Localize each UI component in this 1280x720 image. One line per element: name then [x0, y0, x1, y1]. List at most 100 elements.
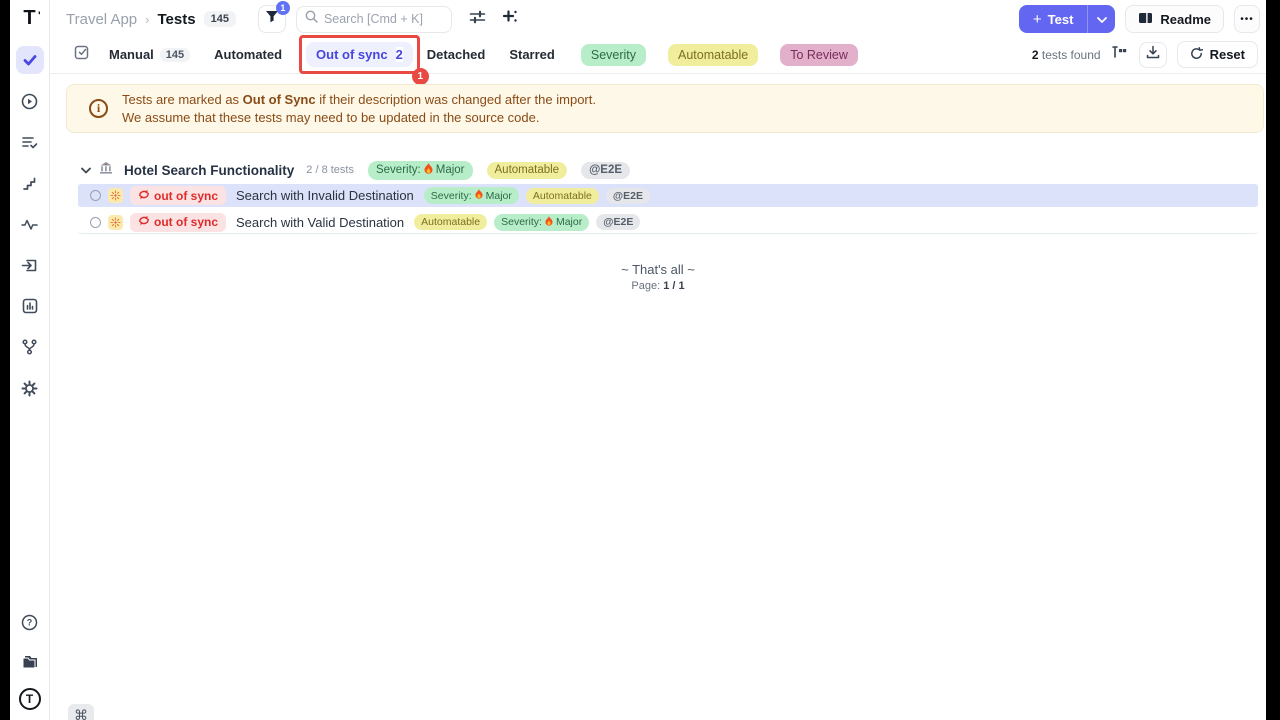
help-button[interactable]: ? [16, 608, 44, 636]
tab-manual-label: Manual [109, 47, 154, 62]
page-label: Page: [631, 280, 660, 292]
results-count-value: 2 [1032, 48, 1039, 62]
top-bar: Travel App › Tests 145 1 [50, 2, 1266, 36]
suite-severity-badge[interactable]: Severity: Major [368, 161, 473, 180]
filter-pill-severity[interactable]: Severity [581, 44, 646, 66]
tree-view-toggle-button[interactable] [1111, 47, 1129, 63]
test-status-circle-icon[interactable] [90, 190, 101, 201]
more-options-button[interactable]: ••• [1234, 5, 1260, 33]
search-box[interactable] [296, 6, 452, 33]
readme-button-label: Readme [1160, 12, 1211, 27]
new-test-button[interactable]: + Test [1019, 5, 1088, 33]
tab-out-of-sync-label: Out of sync [316, 47, 388, 62]
test-row[interactable]: out of sync Search with Valid Destinatio… [78, 211, 1258, 234]
banner-line1-post: if their description was changed after t… [316, 92, 596, 107]
test-title[interactable]: Search with Valid Destination [236, 215, 404, 230]
test-tag-badge[interactable]: @E2E [596, 214, 640, 230]
bulk-select-button[interactable] [73, 46, 91, 64]
sync-arrows-icon [138, 189, 150, 203]
view-settings-button[interactable] [466, 7, 490, 31]
suite-title[interactable]: Hotel Search Functionality [124, 163, 294, 178]
sidebar-item-steps[interactable] [16, 169, 44, 197]
end-of-list-text: ~ That's all ~ [50, 262, 1266, 277]
new-test-split-button: + Test [1019, 5, 1116, 33]
test-severity-badge[interactable]: Severity: Major [494, 214, 589, 231]
info-banner: i Tests are marked as Out of Sync if the… [66, 84, 1264, 133]
sidebar-item-runs[interactable] [16, 87, 44, 115]
sidebar-item-branches[interactable] [16, 333, 44, 361]
app-logo-icon[interactable]: T' [23, 6, 35, 30]
chevron-down-icon [1097, 10, 1107, 28]
new-test-dropdown-button[interactable] [1087, 5, 1115, 33]
sync-arrows-icon [138, 215, 150, 229]
ai-assistant-button[interactable] [498, 7, 522, 31]
sidebar-item-tests[interactable] [16, 46, 44, 74]
search-input[interactable] [324, 12, 443, 26]
gear-icon [21, 380, 38, 397]
command-shortcut-button[interactable]: ⌘ [68, 704, 94, 720]
chevron-down-icon [81, 161, 91, 179]
breadcrumb-project[interactable]: Travel App [66, 11, 137, 28]
test-automatable-badge[interactable]: Automatable [414, 214, 487, 230]
test-title[interactable]: Search with Invalid Destination [236, 188, 414, 203]
sidebar-item-settings[interactable] [16, 374, 44, 402]
suite-tag-badge[interactable]: @E2E [581, 162, 630, 179]
severity-prefix: Severity: [431, 190, 472, 202]
suite-row: Hotel Search Functionality 2 / 8 tests S… [81, 160, 1266, 180]
stairs-icon [22, 176, 38, 191]
test-automatable-badge[interactable]: Automatable [526, 188, 599, 204]
severity-value: Major [436, 164, 465, 176]
sidebar-item-pulse[interactable] [16, 210, 44, 238]
new-test-button-label: Test [1048, 12, 1074, 27]
severity-value: Major [556, 216, 582, 228]
sidebar-item-import[interactable] [16, 251, 44, 279]
download-icon [1146, 45, 1160, 64]
chart-box-icon [22, 298, 38, 314]
docs-button[interactable] [16, 648, 44, 676]
test-row[interactable]: out of sync Search with Invalid Destinat… [78, 184, 1258, 207]
suite-building-icon [99, 161, 113, 180]
sidebar: T' [10, 0, 50, 720]
tab-automated[interactable]: Automated [214, 47, 282, 62]
tab-manual[interactable]: Manual 145 [109, 47, 190, 62]
suite-collapse-button[interactable] [81, 161, 91, 179]
refresh-icon [1190, 47, 1203, 63]
page-title: Tests [158, 11, 196, 28]
tests-count-badge: 145 [204, 11, 236, 27]
readme-button[interactable]: Readme [1125, 5, 1224, 33]
sparkle-plus-icon [502, 9, 518, 29]
checkbox-check-icon [74, 44, 90, 65]
list-check-icon [21, 135, 38, 150]
tab-starred-label: Starred [509, 47, 555, 62]
out-of-sync-label: out of sync [154, 189, 218, 203]
filter-pill-automatable[interactable]: Automatable [668, 44, 758, 66]
test-tag-badge[interactable]: @E2E [606, 188, 650, 204]
activity-pulse-icon [21, 218, 38, 231]
tab-detached[interactable]: Detached [427, 47, 486, 62]
test-status-circle-icon[interactable] [90, 217, 101, 228]
sparkler-emoji-icon [108, 215, 123, 230]
reset-button[interactable]: Reset [1177, 41, 1258, 68]
tab-out-of-sync[interactable]: Out of sync 2 [306, 42, 413, 67]
box-arrow-icon [21, 258, 38, 273]
folder-icon [21, 655, 39, 670]
filter-pill-to-review[interactable]: To Review [780, 44, 858, 66]
filter-button[interactable]: 1 [258, 5, 286, 33]
results-count-text: 2 tests found [1032, 48, 1101, 62]
app-window: T' [10, 0, 1266, 720]
suite-test-count: 2 / 8 tests [306, 164, 354, 176]
sidebar-item-plans[interactable] [16, 128, 44, 156]
out-of-sync-badge: out of sync [130, 213, 226, 232]
test-severity-badge[interactable]: Severity: Major [424, 187, 519, 204]
breadcrumb-separator: › [145, 12, 149, 27]
info-banner-text: Tests are marked as Out of Sync if their… [122, 91, 596, 127]
export-button[interactable] [1139, 42, 1167, 68]
testomat-logo-icon[interactable]: T [19, 688, 41, 710]
sparkler-emoji-icon [108, 188, 123, 203]
tab-starred[interactable]: Starred [509, 47, 555, 62]
reset-button-label: Reset [1210, 47, 1245, 62]
results-count-label: tests found [1042, 48, 1101, 62]
tab-out-of-sync-wrapper: Out of sync 2 1 [306, 42, 413, 67]
suite-automatable-badge[interactable]: Automatable [487, 162, 568, 179]
sidebar-item-analytics[interactable] [16, 292, 44, 320]
